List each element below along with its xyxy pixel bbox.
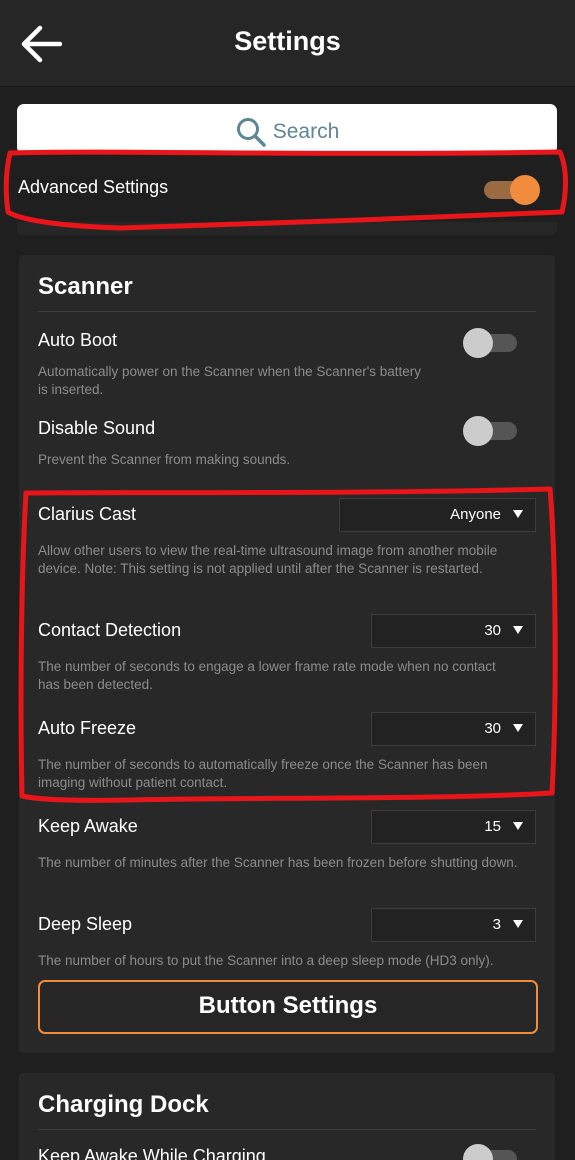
button-settings-button[interactable]: Button Settings xyxy=(38,980,538,1034)
dropdown-arrow-icon xyxy=(513,822,523,830)
keep-awake-while-charging-label: Keep Awake While Charging xyxy=(38,1146,266,1160)
contact-detection-label: Contact Detection xyxy=(38,620,182,640)
disable-sound-toggle[interactable] xyxy=(463,413,519,447)
contact-detection-dropdown[interactable]: 30 xyxy=(371,614,536,648)
auto-boot-label: Auto Boot xyxy=(38,330,118,350)
auto-freeze-label: Auto Freeze xyxy=(38,718,137,738)
keep-awake-dropdown[interactable]: 15 xyxy=(371,810,536,844)
clarius-cast-dropdown[interactable]: Anyone xyxy=(339,498,536,532)
clarius-cast-label: Clarius Cast xyxy=(38,504,137,524)
clarius-cast-description: Allow other users to view the real-time … xyxy=(38,543,498,576)
keep-awake-description: The number of minutes after the Scanner … xyxy=(38,855,518,870)
charging-dock-section-title: Charging Dock xyxy=(38,1091,209,1118)
app-bar: Settings xyxy=(0,0,575,87)
deep-sleep-value: 3 xyxy=(492,916,501,933)
disable-sound-label: Disable Sound xyxy=(38,418,156,438)
advanced-settings-toggle[interactable] xyxy=(484,172,540,206)
keep-awake-while-charging-toggle[interactable] xyxy=(463,1141,519,1160)
keep-awake-label: Keep Awake xyxy=(38,816,138,836)
page-title: Settings xyxy=(234,26,341,56)
scanner-card: Scanner Auto Boot Automatically power on… xyxy=(19,255,555,1053)
section-divider xyxy=(38,311,536,312)
contact-detection-description: The number of seconds to engage a lower … xyxy=(38,659,496,692)
deep-sleep-description: The number of hours to put the Scanner i… xyxy=(38,953,494,968)
deep-sleep-label: Deep Sleep xyxy=(38,914,133,934)
advanced-settings-row: Advanced Settings xyxy=(0,155,575,225)
auto-boot-toggle[interactable] xyxy=(463,325,519,359)
auto-freeze-dropdown[interactable]: 30 xyxy=(371,712,536,746)
auto-freeze-description: The number of seconds to automatically f… xyxy=(38,757,488,790)
dropdown-arrow-icon xyxy=(513,626,523,634)
contact-detection-value: 30 xyxy=(484,622,501,639)
search-icon xyxy=(236,118,266,147)
auto-freeze-value: 30 xyxy=(484,720,501,737)
dropdown-arrow-icon xyxy=(513,510,523,518)
search-placeholder: Search xyxy=(272,120,340,143)
auto-boot-description: Automatically power on the Scanner when … xyxy=(38,364,422,397)
deep-sleep-dropdown[interactable]: 3 xyxy=(371,908,536,942)
disable-sound-description: Prevent the Scanner from making sounds. xyxy=(38,452,291,467)
advanced-settings-label: Advanced Settings xyxy=(18,177,169,197)
dropdown-arrow-icon xyxy=(513,724,523,732)
section-divider xyxy=(38,1129,536,1130)
keep-awake-value: 15 xyxy=(484,818,501,835)
charging-dock-card: Charging Dock Keep Awake While Charging xyxy=(19,1073,555,1160)
dropdown-arrow-icon xyxy=(513,920,523,928)
advanced-card-bottom xyxy=(17,222,557,235)
search-input[interactable]: Search xyxy=(17,104,557,154)
scanner-section-title: Scanner xyxy=(38,273,133,300)
clarius-cast-value: Anyone xyxy=(450,506,501,523)
